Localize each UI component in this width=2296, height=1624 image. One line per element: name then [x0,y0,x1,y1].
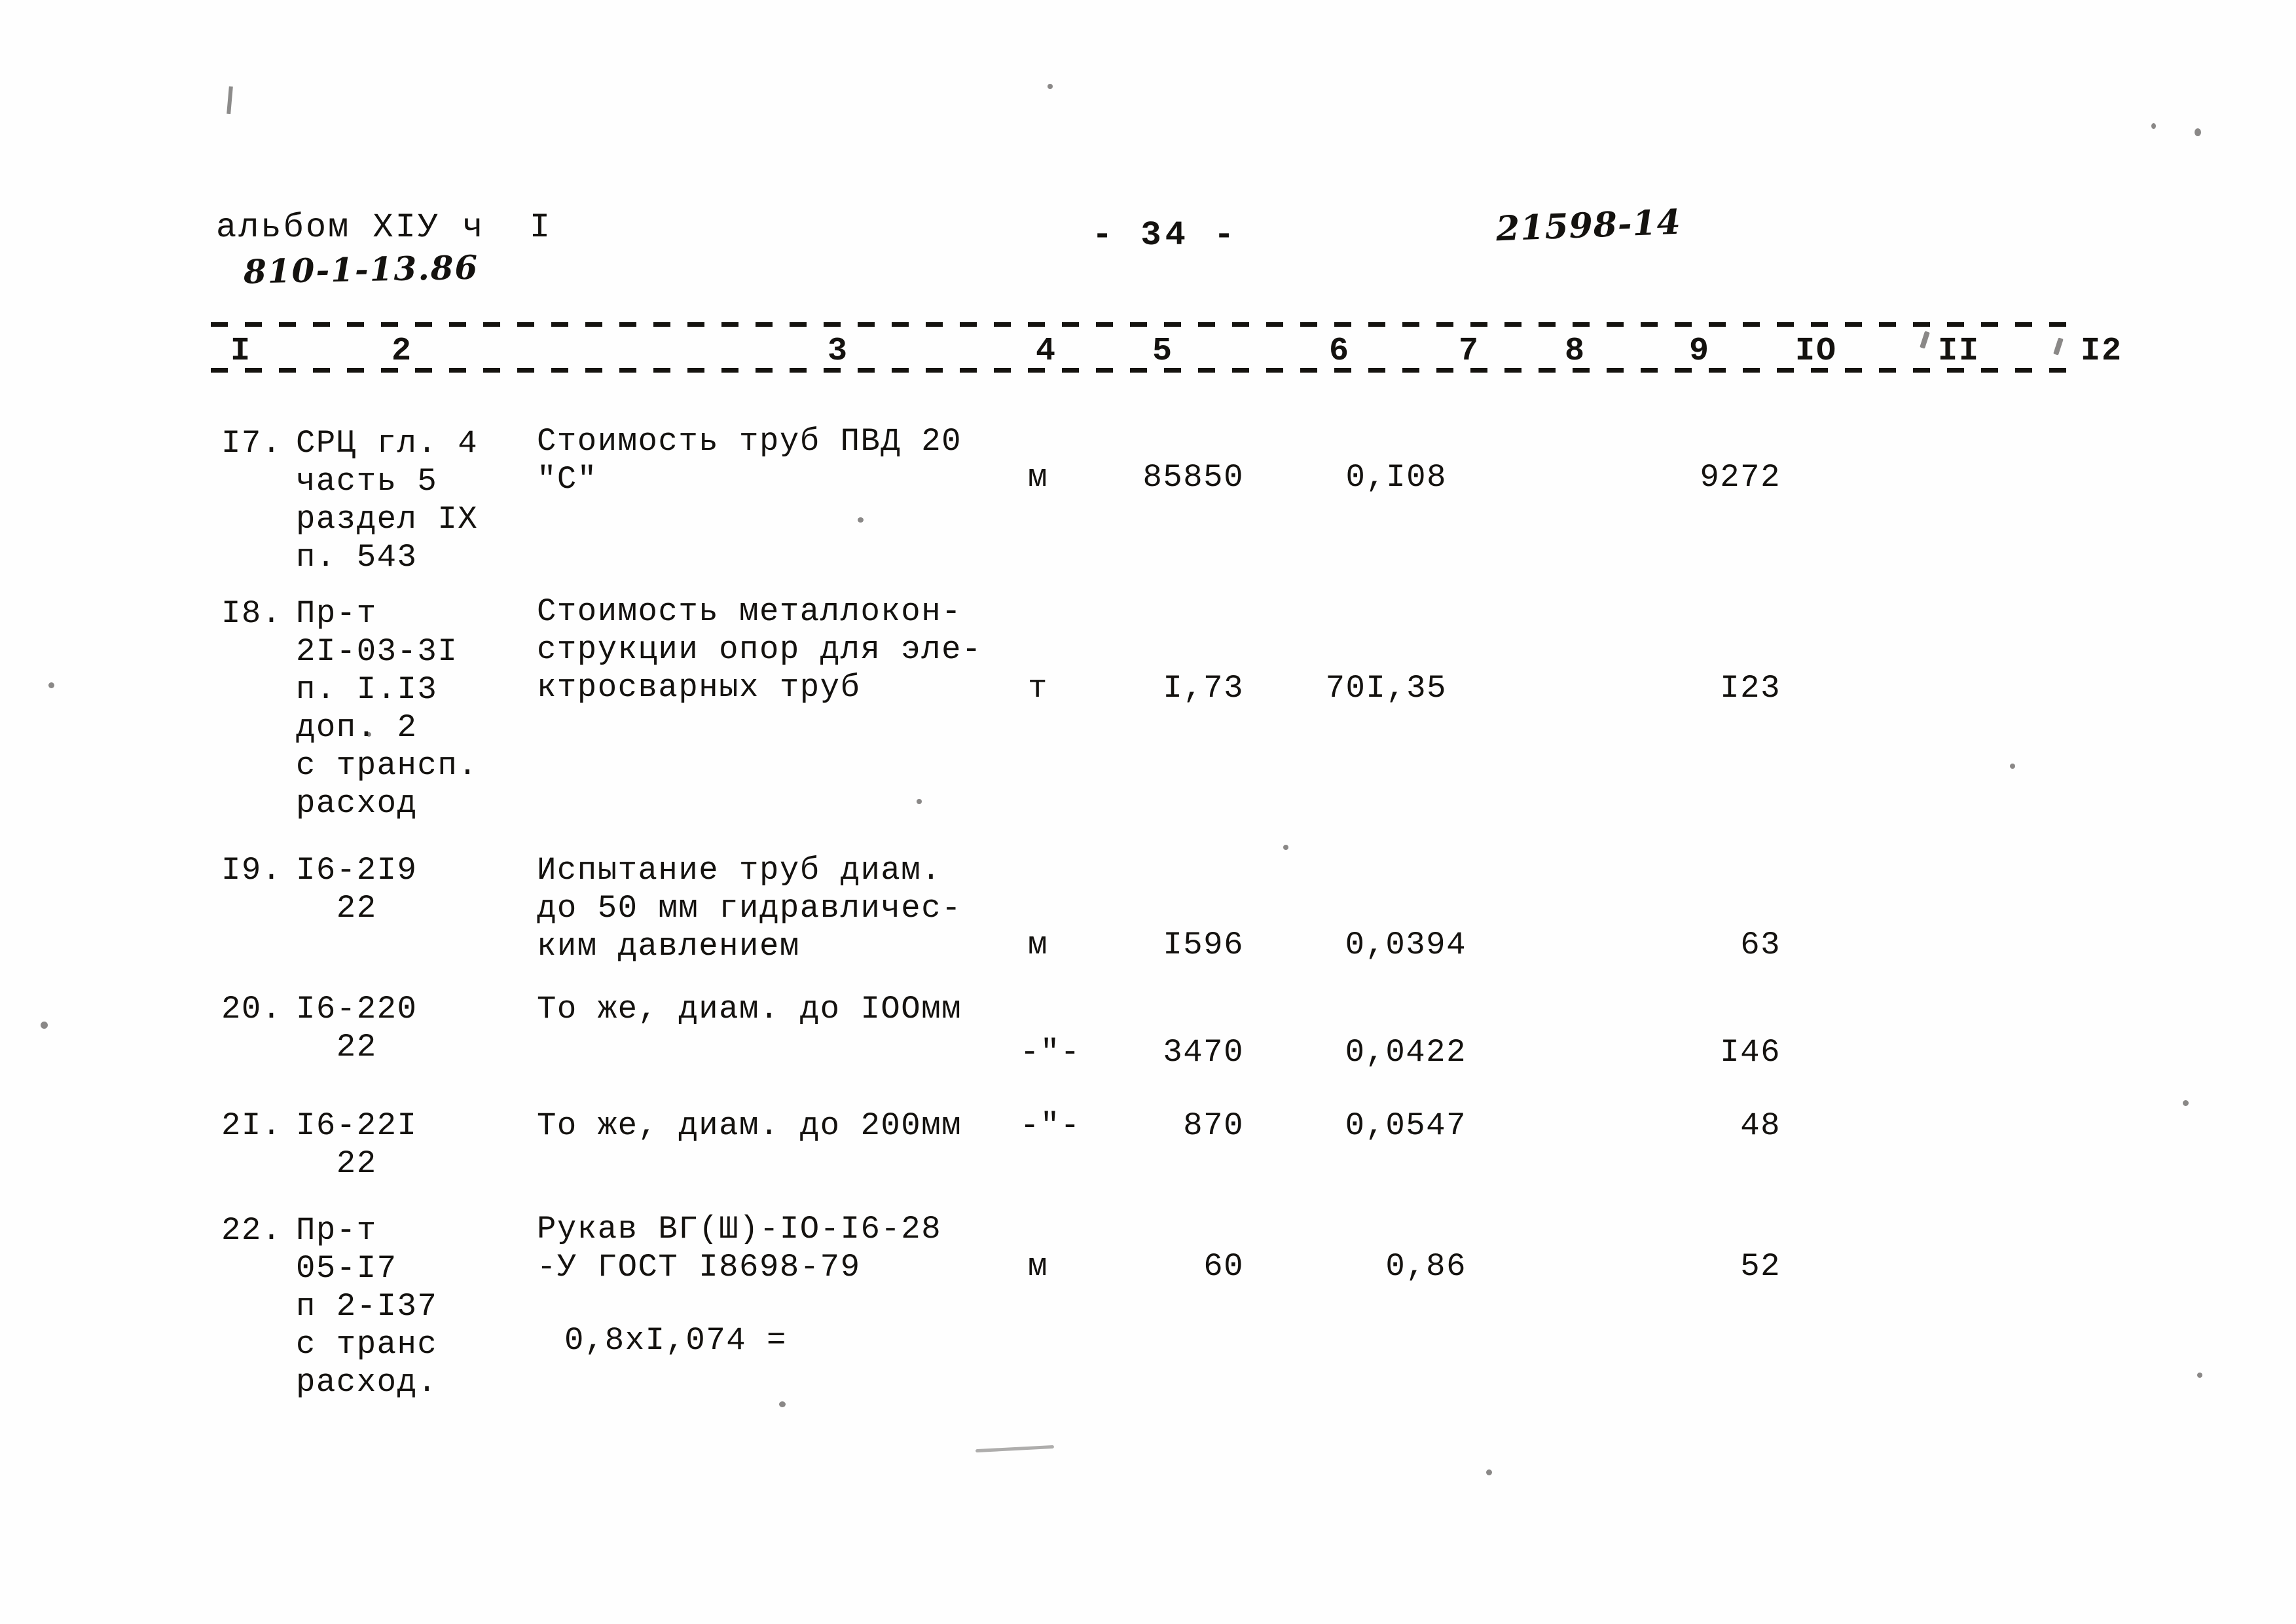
row-quantity: 870 [1183,1107,1244,1144]
column-number-2: 2 [392,333,413,370]
row-code: Пр-т 2I-03-3I п. I.I3 доп. 2 с трансп. р… [296,595,479,822]
column-number-11: II [1938,333,1980,370]
column-number-8: 8 [1565,333,1586,370]
row-description: То же, диам. до IOOмм [537,991,962,1027]
row-code: I6-220 22 [296,991,418,1065]
row-code: I6-2I9 22 [296,852,418,927]
document-code-handwritten: 21598-14 [1495,202,1682,249]
row-description: Рукав ВГ(Ш)-IO-I6-28 -У ГОСТ I8698-79 [537,1211,942,1285]
row-number: 2I. [221,1107,282,1144]
row-number: I9. [221,852,282,889]
row-total: I23 [1720,670,1781,707]
dashed-rule-top [211,322,2083,327]
row-unit-price: 0,0394 [1345,927,1467,963]
row-unit-price: 0,I08 [1345,459,1447,496]
column-number-9: 9 [1689,333,1711,370]
column-number-5: 5 [1152,333,1174,370]
row-unit-price: 0,0547 [1345,1107,1467,1144]
row-quantity: 60 [1203,1248,1244,1285]
column-number-12: I2 [2081,333,2123,370]
row-code: СРЦ гл. 4 часть 5 раздел IX п. 543 [296,425,479,576]
column-number-4: 4 [1036,333,1057,370]
row-number: 22. [221,1212,282,1249]
album-code-handwritten: 810-1-13.86 [243,248,479,291]
row-total: 9272 [1700,459,1781,496]
row-unit-price: 0,86 [1385,1248,1467,1285]
row-number: I7. [221,425,282,462]
row-quantity: 3470 [1163,1034,1244,1071]
row-code: I6-22I 22 [296,1107,418,1182]
row-unit: м [1028,927,1048,963]
row-unit: т [1028,670,1048,707]
row-unit: м [1028,459,1048,496]
column-number-6: 6 [1329,333,1351,370]
row-number: 20. [221,991,282,1027]
row-total: 48 [1740,1107,1781,1144]
row-quantity: 85850 [1142,459,1244,496]
row-unit-price: 0,0422 [1345,1034,1467,1071]
row-description: Стоимость металлокон- струкции опор для … [537,593,982,706]
column-number-10: IO [1795,333,1838,370]
dashed-rule-bottom [211,368,2083,373]
row-total: I46 [1720,1034,1781,1071]
row-description: Испытание труб диам. до 50 мм гидравличе… [537,852,962,965]
row-quantity: I596 [1163,927,1244,963]
column-number-7: 7 [1459,333,1480,370]
row-description: Стоимость труб ПВД 20 "С" [537,423,962,498]
row-code: Пр-т 05-I7 п 2-I37 с транс расход. [296,1212,438,1401]
column-number-3: 3 [828,333,849,370]
row-total: 52 [1740,1248,1781,1285]
row-description-note: 0,8xI,074 = [564,1322,787,1359]
scanned-page: альбом XIУ ч I 810-1-13.86 - 34 - 21598-… [0,0,2296,1624]
row-unit: м [1028,1248,1048,1285]
album-line: альбом XIУ ч I [216,208,553,247]
page-number: - 34 - [1092,216,1239,255]
row-unit-price: 70I,35 [1325,670,1447,707]
row-number: I8. [221,595,282,632]
column-number-1: I [230,333,252,370]
row-description: То же, диам. до 200мм [537,1107,962,1144]
row-total: 63 [1740,927,1781,963]
row-quantity: I,73 [1163,670,1244,707]
